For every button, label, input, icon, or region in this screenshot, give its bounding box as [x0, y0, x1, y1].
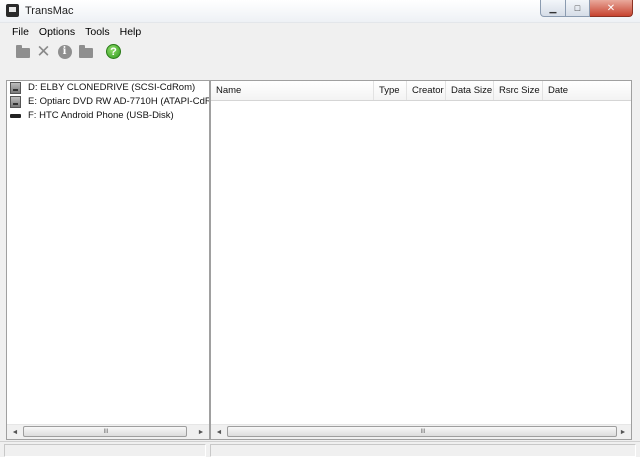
info-icon: i: [57, 44, 72, 59]
menu-tools[interactable]: Tools: [80, 26, 115, 38]
drive-list-pane[interactable]: D: ELBY CLONEDRIVE (SCSI-CdRom) E: Optia…: [6, 80, 210, 440]
help-button[interactable]: ?: [106, 44, 121, 59]
column-header-rsrc-size[interactable]: Rsrc Size: [494, 81, 543, 100]
menu-help[interactable]: Help: [115, 26, 147, 38]
column-header-creator[interactable]: Creator: [407, 81, 446, 100]
menu-options[interactable]: Options: [34, 26, 80, 38]
close-button[interactable]: ✕: [590, 0, 633, 17]
help-icon: ?: [106, 44, 121, 59]
close-icon: ✕: [36, 42, 51, 61]
info-button[interactable]: i: [57, 44, 72, 59]
folder-icon: [15, 44, 30, 58]
scroll-left-arrow-icon[interactable]: ◄: [8, 425, 22, 439]
column-header-row: Name Type Creator Data Size Rsrc Size Da…: [211, 81, 631, 101]
window-title: TransMac: [25, 5, 74, 17]
usb-disk-icon: [10, 114, 21, 118]
column-header-name[interactable]: Name: [211, 81, 374, 100]
drive-label: F: HTC Android Phone (USB-Disk): [28, 110, 174, 121]
left-horizontal-scrollbar[interactable]: ◄ III ►: [7, 424, 209, 439]
drive-item-d[interactable]: D: ELBY CLONEDRIVE (SCSI-CdRom): [7, 81, 209, 95]
scroll-grip-icon: III: [103, 429, 109, 435]
new-folder-button[interactable]: [78, 44, 93, 59]
drive-item-f[interactable]: F: HTC Android Phone (USB-Disk): [7, 109, 209, 123]
status-cell-right: [210, 444, 636, 457]
transmac-app-icon: [6, 4, 19, 17]
file-list-pane[interactable]: Name Type Creator Data Size Rsrc Size Da…: [210, 80, 632, 440]
status-bar: [0, 441, 640, 457]
drive-label: D: ELBY CLONEDRIVE (SCSI-CdRom): [28, 82, 196, 93]
folder-icon: [78, 44, 93, 58]
menu-file[interactable]: File: [0, 26, 34, 38]
scroll-right-arrow-icon[interactable]: ►: [616, 425, 630, 439]
cd-drive-icon: [10, 82, 21, 94]
close-icon: ✕: [606, 2, 616, 14]
column-header-date[interactable]: Date: [543, 81, 631, 100]
scroll-left-arrow-icon[interactable]: ◄: [212, 425, 226, 439]
scroll-thumb[interactable]: III: [23, 426, 187, 437]
minimize-button[interactable]: ▁: [540, 0, 566, 17]
title-bar: TransMac ▁ □ ✕: [0, 0, 640, 23]
toolbar: ✕ i ?: [0, 40, 640, 64]
cd-drive-icon: [10, 96, 21, 108]
scroll-thumb[interactable]: III: [227, 426, 617, 437]
scroll-right-arrow-icon[interactable]: ►: [194, 425, 208, 439]
caption-buttons: ▁ □ ✕: [540, 0, 633, 17]
status-cell-left: [4, 444, 206, 457]
maximize-icon: □: [574, 3, 581, 13]
scroll-grip-icon: III: [420, 429, 426, 435]
delete-button[interactable]: ✕: [36, 42, 51, 61]
right-horizontal-scrollbar[interactable]: ◄ III ►: [211, 424, 631, 439]
minimize-icon: ▁: [549, 2, 557, 13]
drive-list: D: ELBY CLONEDRIVE (SCSI-CdRom) E: Optia…: [7, 81, 209, 123]
drive-item-e[interactable]: E: Optiarc DVD RW AD-7710H (ATAPI-CdRom): [7, 95, 209, 109]
transmac-window: TransMac ▁ □ ✕ File Options Tools Help ✕…: [0, 0, 640, 457]
column-header-type[interactable]: Type: [374, 81, 407, 100]
open-folder-button[interactable]: [15, 44, 30, 59]
menu-bar: File Options Tools Help: [0, 23, 640, 40]
column-header-data-size[interactable]: Data Size: [446, 81, 494, 100]
maximize-button[interactable]: □: [566, 0, 590, 17]
drive-label: E: Optiarc DVD RW AD-7710H (ATAPI-CdRom): [28, 96, 209, 107]
